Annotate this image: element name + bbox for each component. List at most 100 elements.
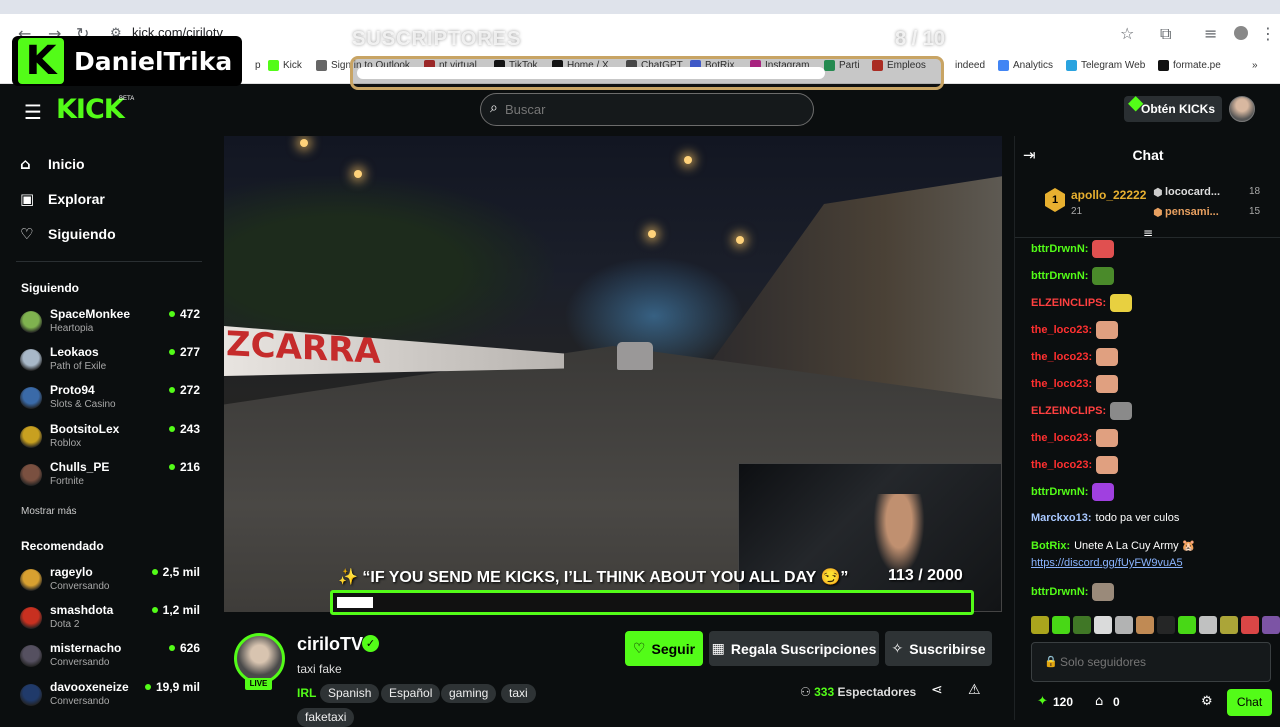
share-icon[interactable]: ⋖ [931,682,943,698]
video-player[interactable]: ZCARRA [224,136,1002,612]
recommended-channel[interactable]: davooxeneize Conversando 19,9 mil [20,680,200,716]
kicks-goal-text: ✨ “IF YOU SEND ME KICKS, I’LL THINK ABOU… [338,569,849,586]
emote-slot[interactable] [1031,616,1049,634]
emote-slot[interactable] [1157,616,1175,634]
store-icon[interactable]: ⌂ [1095,694,1103,709]
profile-icon[interactable] [1234,26,1248,40]
emote-slot[interactable] [1115,616,1133,634]
chat-username[interactable]: bttrDrwnN: [1031,243,1088,255]
show-more-link[interactable]: Mostrar más [21,506,77,517]
chat-text: Unete A La Cuy Army 🐹 [1074,540,1196,552]
stream-tag[interactable]: Spanish [320,684,380,703]
chat-message: bttrDrwnN: [1031,240,1115,258]
emote-slot[interactable] [1073,616,1091,634]
followed-channel[interactable]: BootsitoLex Roblox 243 [20,422,200,458]
emote-slot[interactable] [1136,616,1154,634]
chat-username[interactable]: bttrDrwnN: [1031,486,1088,498]
followed-channel[interactable]: Chulls_PE Fortnite 216 [20,460,200,496]
gift-subs-button[interactable]: ▦ Regala Suscripciones [709,631,879,666]
bookmark-label: Telegram Web [1081,60,1146,71]
menu-icon[interactable]: ⋮ [1260,24,1276,43]
stream-title: taxi fake [297,662,342,676]
chat-username[interactable]: BotRix: [1031,540,1070,552]
stream-tag[interactable]: gaming [441,684,497,703]
bookmark-item[interactable]: Analytics [998,60,1053,71]
emote-slot[interactable] [1262,616,1280,634]
followed-channel[interactable]: Leokaos Path of Exile 277 [20,345,200,381]
media-icon[interactable]: ≡ [1204,24,1217,43]
user-avatar[interactable] [1229,96,1255,122]
emote-slot[interactable] [1199,616,1217,634]
viewer-count: 243 [169,422,200,436]
followed-channel[interactable]: SpaceMonkee Heartopia 472 [20,307,200,343]
search-input[interactable] [505,102,795,117]
chat-username[interactable]: the_loco23: [1031,324,1092,336]
subscribe-button[interactable]: ✧ Suscribirse [885,631,992,666]
bookmark-star-icon[interactable]: ☆ [1120,24,1134,43]
chat-input[interactable] [1060,655,1260,669]
viewer-count: 216 [169,460,200,474]
bookmark-item[interactable]: formate.pe [1158,60,1221,71]
chat-input-box[interactable]: 🔒 [1031,642,1271,682]
get-kicks-button[interactable]: ◆ Obtén KICKs [1124,90,1222,122]
chat-username[interactable]: Marckxo13: [1031,512,1092,524]
kicks-icon[interactable]: ✦ [1037,694,1048,709]
bookmark-item[interactable]: Kick [268,60,302,71]
search-icon[interactable]: ⌕ [490,100,498,116]
store-count: 0 [1113,695,1120,709]
chat-username[interactable]: the_loco23: [1031,459,1092,471]
bookmark-item[interactable]: p [240,60,261,71]
stream-tag[interactable]: taxi [501,684,536,703]
search-box[interactable]: ⌕ [480,93,814,126]
emote-slot[interactable] [1052,616,1070,634]
leader-name[interactable]: lococard... [1165,186,1220,198]
recommended-channel[interactable]: rageylo Conversando 2,5 mil [20,565,200,601]
follow-button[interactable]: ♡ Seguir [625,631,703,666]
viewer-count: 1,2 mil [152,603,200,617]
beta-label: BETA [119,96,135,102]
emote-slot[interactable] [1178,616,1196,634]
channel-avatar [20,684,42,706]
hamburger-menu-icon[interactable]: ☰ [24,100,42,124]
channel-avatar-large[interactable] [234,633,285,684]
chat-username[interactable]: ELZEINCLIPS: [1031,297,1106,309]
bookmark-label: p [255,60,261,71]
tab-strip[interactable] [0,0,1280,14]
expand-leaderboard-icon[interactable]: ≡ [1143,226,1153,240]
chat-username[interactable]: bttrDrwnN: [1031,586,1088,598]
chat-username[interactable]: bttrDrwnN: [1031,270,1088,282]
chat-send-button[interactable]: Chat [1227,689,1272,716]
sidebar-item-siguiendo[interactable]: ♡ Siguiendo [20,225,116,243]
recommended-channel[interactable]: smashdota Dota 2 1,2 mil [20,603,200,639]
chat-settings-icon[interactable]: ⚙ [1201,694,1213,709]
chat-link[interactable]: https://discord.gg/fUyFW9vuA5 [1031,557,1183,569]
channel-category: Dota 2 [50,619,80,630]
channel-title-name[interactable]: ciriloTV [297,634,363,655]
chat-username[interactable]: ELZEINCLIPS: [1031,405,1106,417]
recommended-channel[interactable]: misternacho Conversando 626 [20,641,200,677]
bookmark-item[interactable]: indeed [940,60,985,71]
followed-channel[interactable]: Proto94 Slots & Casino 272 [20,383,200,419]
video-scene-trees [224,176,554,346]
viewers-icon: ⚇ [800,685,811,699]
chat-username[interactable]: the_loco23: [1031,432,1092,444]
sidebar-item-explorar[interactable]: ▣ Explorar [20,190,105,208]
chat-message: https://discord.gg/fUyFW9vuA5 [1031,557,1183,569]
stream-tag[interactable]: faketaxi [297,708,355,727]
emote-slot[interactable] [1094,616,1112,634]
chat-username[interactable]: the_loco23: [1031,378,1092,390]
extensions-icon[interactable]: ⧉ [1160,24,1171,44]
leader-name[interactable]: pensami... [1165,206,1219,218]
stream-category[interactable]: IRL [297,686,316,700]
bookmark-item[interactable]: Telegram Web [1066,60,1145,71]
more-bookmarks-icon[interactable]: » [1252,60,1258,71]
stream-tag[interactable]: Español [381,684,441,703]
report-icon[interactable]: ⚠ [968,682,981,698]
kick-logo[interactable]: KICK [56,94,125,125]
chat-username[interactable]: the_loco23: [1031,351,1092,363]
channel-avatar [20,569,42,591]
sidebar-item-inicio[interactable]: ⌂ Inicio [20,155,85,173]
emote-slot[interactable] [1220,616,1238,634]
emote-slot[interactable] [1241,616,1259,634]
leader-name[interactable]: apollo_22222 [1071,188,1146,202]
